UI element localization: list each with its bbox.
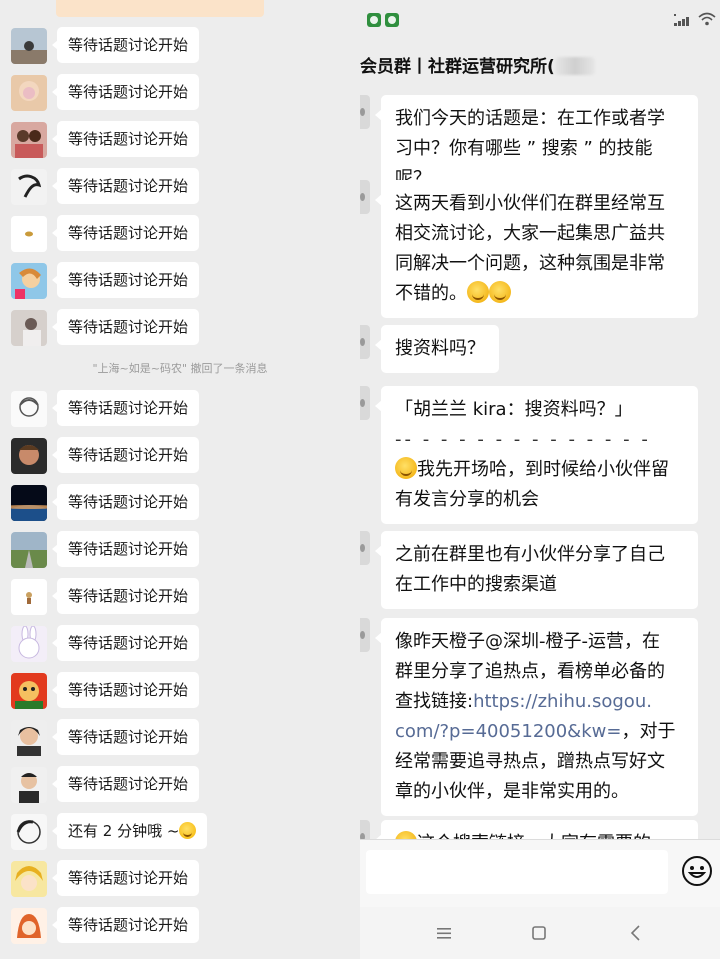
message-bubble[interactable]: 等待话题讨论开始 [51, 309, 200, 345]
smile-emoji-icon [179, 822, 197, 839]
message-bubble[interactable]: 等待话题讨论开始 [51, 531, 200, 567]
avatar[interactable] [11, 310, 47, 346]
chat-title: 会员群丨社群运营研究所( [360, 52, 595, 82]
list-item[interactable]: 等待话题讨论开始 [0, 307, 360, 351]
avatar[interactable] [11, 861, 47, 897]
status-bar [360, 0, 720, 38]
home-icon[interactable] [529, 923, 549, 943]
avatar[interactable] [11, 28, 47, 64]
message-bubble[interactable]: 等待话题讨论开始 [51, 625, 200, 661]
message-bubble[interactable]: 搜资料吗？ [375, 325, 499, 373]
system-nav-bar [360, 907, 720, 959]
message-bubble[interactable]: 等待话题讨论开始 [51, 672, 200, 708]
app-notification-icon [385, 13, 399, 27]
message-bubble[interactable]: 之前在群里也有小伙伴分享了自己 在工作中的搜索渠道 [375, 531, 698, 609]
left-chat-panel[interactable]: 等待话题讨论开始 等待话题讨论开始 等待话题讨论开始 等待话题讨论开始 等待话题… [0, 0, 360, 959]
blurred-text [554, 57, 595, 75]
list-item[interactable]: 等待话题讨论开始 [0, 25, 360, 69]
signal-icon [674, 14, 689, 26]
message-bubble[interactable]: 像昨天橙子@深圳-橙子-运营，在 群里分享了追热点，看榜单必备的 查找链接:ht… [375, 618, 698, 816]
list-item[interactable]: 等待话题讨论开始 [0, 576, 360, 620]
message-bubble[interactable]: 等待话题讨论开始 [51, 578, 200, 614]
list-item[interactable]: 等待话题讨论开始 [0, 166, 360, 210]
avatar[interactable] [360, 325, 370, 359]
list-item[interactable]: 等待话题讨论开始 [0, 260, 360, 304]
list-item[interactable]: 等待话题讨论开始 [0, 670, 360, 714]
grin-emoji-icon [467, 281, 489, 303]
avatar[interactable] [11, 438, 47, 474]
message-bubble[interactable]: 「胡兰兰 kira：搜资料吗？」 -- - - - - - - - - - - … [375, 386, 698, 524]
emoji-button-icon[interactable] [681, 855, 713, 887]
avatar[interactable] [11, 908, 47, 944]
message-bubble[interactable]: 等待话题讨论开始 [51, 262, 200, 298]
message-bubble[interactable]: 等待话题讨论开始 [51, 74, 200, 110]
search-link[interactable]: com/?p=40051200&kw= [395, 721, 621, 742]
avatar[interactable] [11, 720, 47, 756]
avatar[interactable] [11, 216, 47, 252]
avatar[interactable] [360, 531, 370, 565]
list-item[interactable]: 等待话题讨论开始 [0, 213, 360, 257]
avatar[interactable] [360, 95, 370, 129]
list-item[interactable]: 等待话题讨论开始 [0, 529, 360, 573]
message-bubble[interactable]: 等待话题讨论开始 [51, 860, 200, 896]
avatar[interactable] [11, 767, 47, 803]
list-item[interactable]: 等待话题讨论开始 [0, 717, 360, 761]
recall-notice: "上海~如是~码农" 撤回了一条消息 [92, 362, 268, 375]
list-item[interactable]: 等待话题讨论开始 [0, 388, 360, 432]
avatar[interactable] [11, 814, 47, 850]
message-bubble[interactable]: 等待话题讨论开始 [51, 168, 200, 204]
message-bubble[interactable]: 等待话题讨论开始 [51, 27, 200, 63]
message-bubble[interactable]: 这两天看到小伙伴们在群里经常互 相交流讨论，大家一起集思广益共 同解决一个问题，… [375, 180, 698, 318]
list-item[interactable]: 等待话题讨论开始 [0, 905, 360, 949]
smile-emoji-icon [395, 457, 417, 479]
message-bubble[interactable]: 等待话题讨论开始 [51, 121, 200, 157]
quote-text: 「胡兰兰 kira：搜资料吗？」 [395, 399, 633, 420]
avatar[interactable] [11, 579, 47, 615]
back-icon[interactable] [626, 923, 646, 943]
list-item[interactable]: 等待话题讨论开始 [0, 623, 360, 667]
avatar[interactable] [11, 673, 47, 709]
message-input[interactable] [366, 850, 668, 894]
list-item[interactable]: 等待话题讨论开始 [0, 435, 360, 479]
list-item[interactable]: 等待话题讨论开始 [0, 72, 360, 116]
screenshot-root: 等待话题讨论开始 等待话题讨论开始 等待话题讨论开始 等待话题讨论开始 等待话题… [0, 0, 720, 959]
input-bar [360, 839, 720, 907]
list-item[interactable]: 等待话题讨论开始 [0, 764, 360, 808]
avatar[interactable] [11, 391, 47, 427]
message-bubble[interactable]: 等待话题讨论开始 [51, 719, 200, 755]
message-bubble[interactable]: 等待话题讨论开始 [51, 484, 200, 520]
message-bubble[interactable]: 等待话题讨论开始 [51, 437, 200, 473]
menu-icon[interactable] [434, 923, 454, 943]
message-bubble[interactable]: 等待话题讨论开始 [51, 907, 200, 943]
list-item[interactable]: 等待话题讨论开始 [0, 858, 360, 902]
avatar[interactable] [11, 626, 47, 662]
search-link[interactable]: https://zhihu.sogou. [473, 691, 652, 712]
avatar[interactable] [11, 485, 47, 521]
list-item[interactable]: 等待话题讨论开始 [0, 482, 360, 526]
avatar[interactable] [11, 169, 47, 205]
partial-top-bubble [56, 0, 264, 17]
message-bubble[interactable]: 等待话题讨论开始 [51, 390, 200, 426]
message-bubble[interactable]: 等待话题讨论开始 [51, 766, 200, 802]
avatar[interactable] [11, 532, 47, 568]
quote-divider: -- - - - - - - - - - - - - - [395, 429, 651, 450]
avatar[interactable] [11, 75, 47, 111]
avatar[interactable] [11, 122, 47, 158]
app-notification-icon [367, 13, 381, 27]
right-chat-panel[interactable]: 会员群丨社群运营研究所( 我们今天的话题是：在工作或者学 习中？你有哪些 ” 搜… [360, 0, 720, 959]
avatar[interactable] [360, 180, 370, 214]
message-bubble[interactable]: 等待话题讨论开始 [51, 215, 200, 251]
message-bubble[interactable]: 还有 2 分钟哦 ~ [51, 813, 208, 849]
avatar[interactable] [360, 618, 370, 652]
avatar[interactable] [11, 263, 47, 299]
list-item[interactable]: 还有 2 分钟哦 ~ [0, 811, 360, 855]
wifi-icon [698, 12, 716, 26]
avatar[interactable] [360, 386, 370, 420]
grin-emoji-icon [489, 281, 511, 303]
list-item[interactable]: 等待话题讨论开始 [0, 119, 360, 163]
